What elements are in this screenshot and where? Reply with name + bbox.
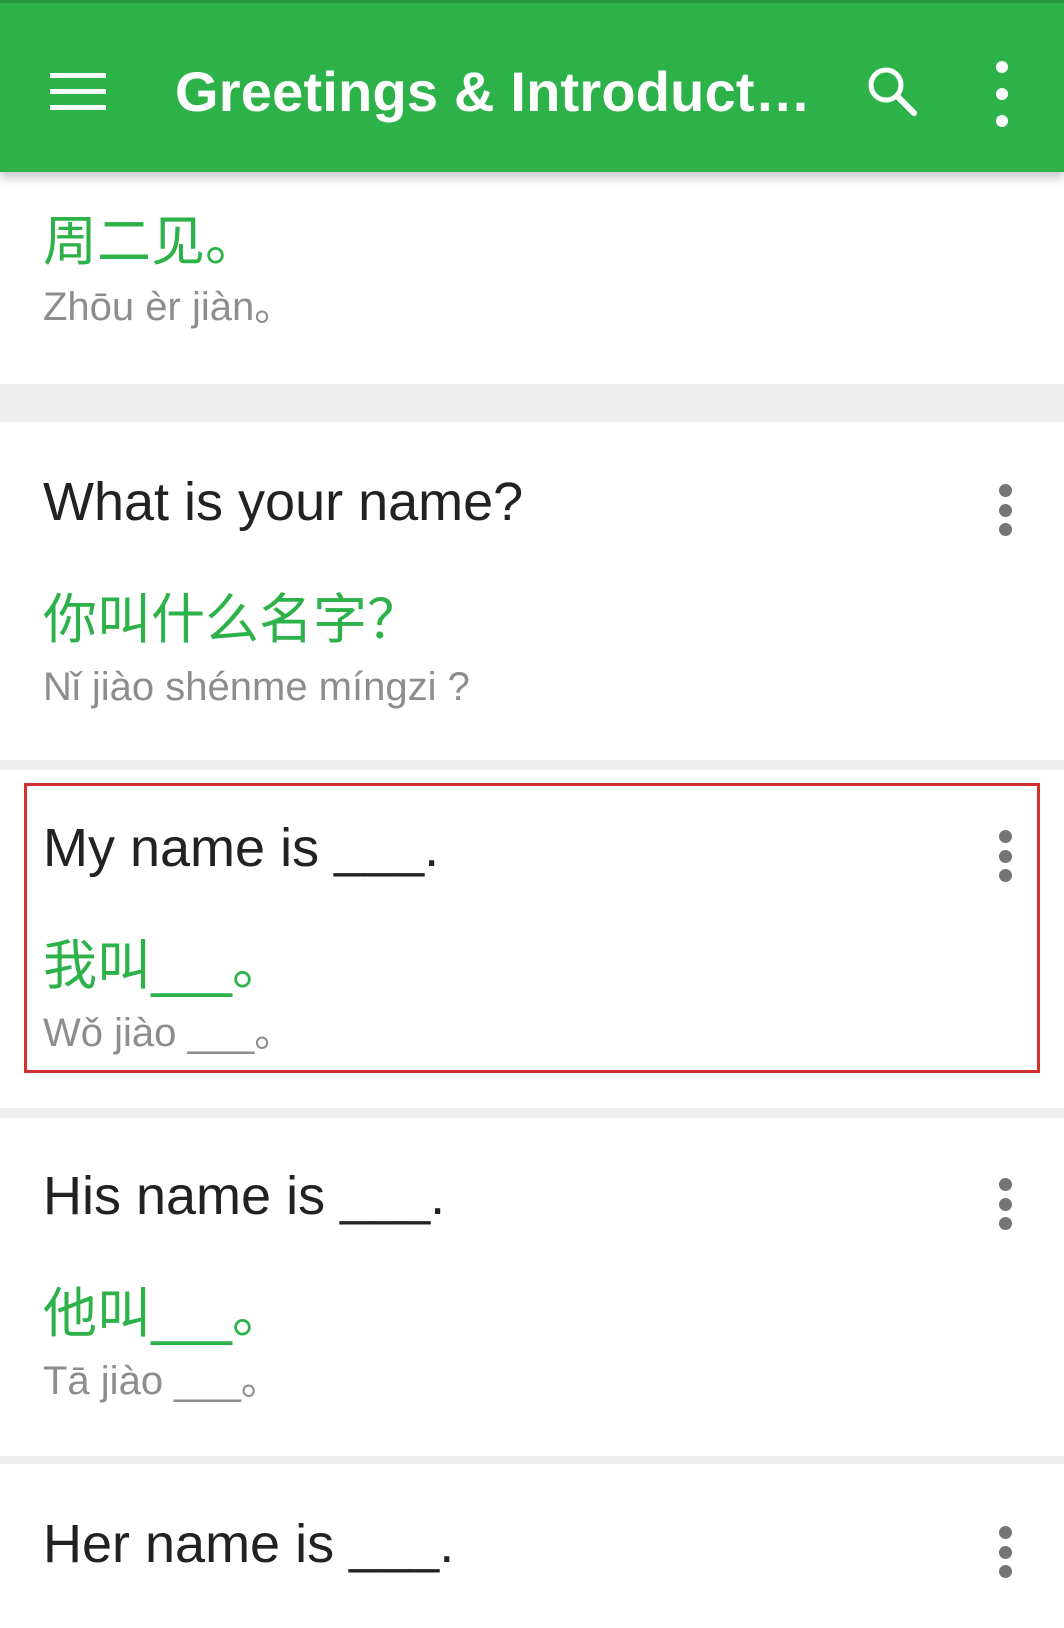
- pinyin-text: Zhōu èr jiàn。: [43, 285, 295, 329]
- item-more-vert-icon[interactable]: [990, 484, 1020, 536]
- phrase-card[interactable]: His name is ___. 他叫___。 Tā jiào ___。: [0, 1118, 1064, 1456]
- hamburger-menu-icon[interactable]: [40, 63, 110, 119]
- english-text: What is your name?: [43, 472, 524, 532]
- phrase-card[interactable]: Her name is ___.: [0, 1464, 1064, 1628]
- item-more-vert-icon[interactable]: [990, 1526, 1020, 1578]
- pinyin-text: Tā jiào ___。: [43, 1359, 281, 1403]
- more-vert-icon[interactable]: [980, 61, 1024, 127]
- phrase-card[interactable]: My name is ___. 我叫___。 Wǒ jiào ___。: [0, 770, 1064, 1108]
- english-text: My name is ___.: [43, 818, 440, 878]
- pinyin-text: Nǐ jiào shénme míngzi ?: [43, 665, 470, 709]
- item-more-vert-icon[interactable]: [990, 830, 1020, 882]
- phrase-card[interactable]: What is your name? 你叫什么名字？ Nǐ jiào shénm…: [0, 422, 1064, 760]
- app-bar: Greetings & Introducti…: [0, 0, 1064, 172]
- english-text: His name is ___.: [43, 1166, 446, 1226]
- chinese-text: 你叫什么名字？: [43, 588, 421, 651]
- english-text: Her name is ___.: [43, 1514, 455, 1574]
- item-more-vert-icon[interactable]: [990, 1178, 1020, 1230]
- search-icon[interactable]: [862, 61, 922, 121]
- chinese-text: 周二见。: [43, 210, 259, 273]
- phrase-card[interactable]: 周二见。 Zhōu èr jiàn。: [0, 172, 1064, 384]
- chinese-text: 他叫___。: [43, 1282, 286, 1345]
- chinese-text: 我叫___。: [43, 934, 286, 997]
- pinyin-text: Wǒ jiào ___。: [43, 1011, 295, 1055]
- page-title: Greetings & Introducti…: [175, 60, 815, 123]
